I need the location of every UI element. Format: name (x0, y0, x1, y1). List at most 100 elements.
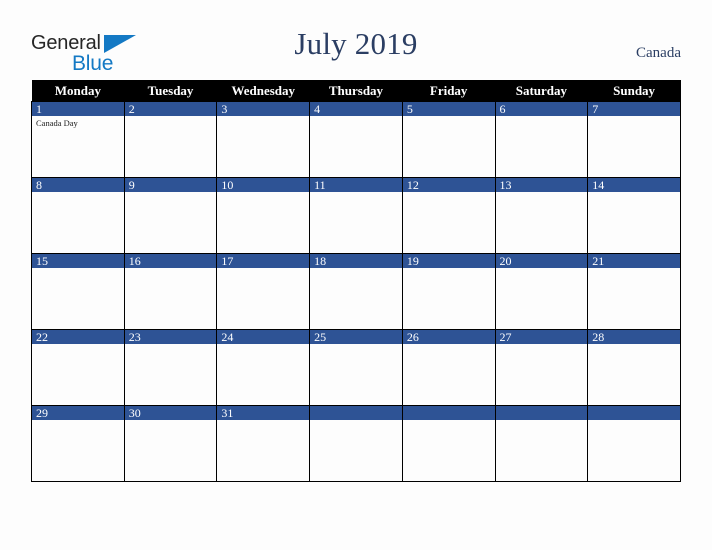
day-cell-content: 20 (495, 254, 588, 329)
day-cell-27[interactable]: 27 (494, 329, 589, 406)
day-cell-content: 27 (495, 330, 588, 405)
day-cell-7[interactable]: 7 (587, 101, 681, 178)
calendar-body: 1 Canada Day 2 3 4 5 6 7 8 9 10 11 12 13 14 15 16 17 18 19 2… (31, 101, 681, 482)
day-number (310, 406, 402, 420)
day-cell-content: 22 (32, 330, 124, 405)
day-cell-17[interactable]: 17 (216, 253, 311, 330)
day-cell-content: 4 (310, 102, 402, 177)
day-events (217, 420, 309, 422)
day-events (217, 192, 309, 194)
day-cell-content (588, 406, 680, 481)
day-number: 4 (310, 102, 402, 116)
weekday-header-sunday: Sunday (587, 80, 681, 102)
day-cell-11[interactable]: 11 (309, 177, 403, 254)
weekday-header-wednesday: Wednesday (216, 80, 310, 102)
day-cell-30[interactable]: 30 (123, 405, 218, 482)
day-events (310, 116, 402, 118)
day-number: 17 (217, 254, 310, 268)
day-cell-content: 24 (217, 330, 310, 405)
weekday-header-saturday: Saturday (495, 80, 588, 102)
day-number: 30 (124, 406, 217, 420)
calendar-week-row: 22 23 24 25 26 27 28 (31, 329, 681, 406)
calendar-week-row: 29 30 31 (31, 405, 681, 482)
day-cell-9[interactable]: 9 (123, 177, 218, 254)
day-cell-content: 16 (124, 254, 217, 329)
day-cell-empty[interactable] (494, 405, 589, 482)
day-cell-20[interactable]: 20 (494, 253, 589, 330)
day-events (496, 344, 588, 346)
day-number: 29 (32, 406, 124, 420)
weekday-header-monday: Monday (31, 80, 125, 102)
day-number: 11 (310, 178, 402, 192)
day-events (496, 116, 588, 118)
day-number: 9 (124, 178, 217, 192)
day-cell-content: 11 (310, 178, 402, 253)
day-cell-31[interactable]: 31 (216, 405, 311, 482)
day-events (125, 192, 217, 194)
day-events: Canada Day (32, 116, 124, 129)
day-cell-empty[interactable] (401, 405, 496, 482)
day-number: 14 (588, 178, 680, 192)
day-cell-5[interactable]: 5 (401, 101, 496, 178)
day-events (217, 116, 309, 118)
day-cell-28[interactable]: 28 (587, 329, 681, 406)
day-events (496, 420, 588, 422)
day-cell-21[interactable]: 21 (587, 253, 681, 330)
day-number (495, 406, 588, 420)
day-cell-content: 18 (310, 254, 402, 329)
calendar-page: General Blue July 2019 Canada Monday Tues… (0, 0, 712, 550)
day-cell-23[interactable]: 23 (123, 329, 218, 406)
day-events (125, 268, 217, 270)
day-cell-content: 31 (217, 406, 310, 481)
day-cell-empty[interactable] (587, 405, 681, 482)
day-events (403, 192, 495, 194)
day-cell-content: 1 Canada Day (32, 102, 124, 177)
page-title: July 2019 (294, 26, 418, 61)
day-cell-16[interactable]: 16 (123, 253, 218, 330)
day-events (310, 420, 402, 422)
day-cell-13[interactable]: 13 (494, 177, 589, 254)
day-cell-10[interactable]: 10 (216, 177, 311, 254)
day-cell-content: 23 (124, 330, 217, 405)
day-cell-content (402, 406, 495, 481)
day-number: 25 (310, 330, 402, 344)
day-cell-25[interactable]: 25 (309, 329, 403, 406)
day-cell-3[interactable]: 3 (216, 101, 311, 178)
day-cell-18[interactable]: 18 (309, 253, 403, 330)
day-cell-empty[interactable] (309, 405, 403, 482)
day-cell-content: 13 (495, 178, 588, 253)
day-cell-content: 30 (124, 406, 217, 481)
day-cell-1[interactable]: 1 Canada Day (31, 101, 125, 178)
day-cell-content: 29 (32, 406, 124, 481)
day-number: 5 (402, 102, 495, 116)
day-cell-19[interactable]: 19 (401, 253, 496, 330)
day-cell-content: 12 (402, 178, 495, 253)
day-cell-24[interactable]: 24 (216, 329, 311, 406)
day-cell-15[interactable]: 15 (31, 253, 125, 330)
day-events (310, 192, 402, 194)
day-number: 23 (124, 330, 217, 344)
day-events (310, 344, 402, 346)
day-cell-14[interactable]: 14 (587, 177, 681, 254)
day-cell-12[interactable]: 12 (401, 177, 496, 254)
day-cell-8[interactable]: 8 (31, 177, 125, 254)
day-cell-content: 9 (124, 178, 217, 253)
day-cell-content: 14 (588, 178, 680, 253)
day-cell-content: 2 (124, 102, 217, 177)
day-cell-content: 7 (588, 102, 680, 177)
day-cell-content: 19 (402, 254, 495, 329)
day-number: 27 (495, 330, 588, 344)
day-number: 6 (495, 102, 588, 116)
day-events (32, 268, 124, 270)
day-cell-2[interactable]: 2 (123, 101, 218, 178)
day-events (403, 116, 495, 118)
day-cell-26[interactable]: 26 (401, 329, 496, 406)
day-cell-22[interactable]: 22 (31, 329, 125, 406)
weekday-header-tuesday: Tuesday (124, 80, 217, 102)
day-cell-6[interactable]: 6 (494, 101, 589, 178)
day-cell-content (310, 406, 402, 481)
day-cell-content: 3 (217, 102, 310, 177)
day-cell-4[interactable]: 4 (309, 101, 403, 178)
day-cell-29[interactable]: 29 (31, 405, 125, 482)
day-number: 2 (124, 102, 217, 116)
